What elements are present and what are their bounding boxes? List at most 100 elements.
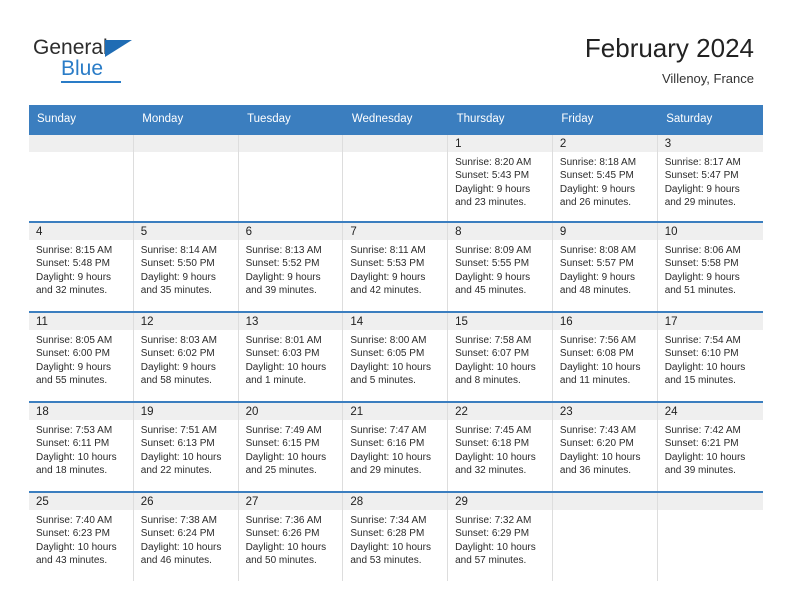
daylight-text-line1: Daylight: 10 hours bbox=[664, 361, 746, 373]
day-cell[interactable]: 15 Sunrise: 7:58 AM Sunset: 6:07 PM Dayligh… bbox=[448, 311, 553, 402]
daylight-text-line1: Daylight: 9 hours bbox=[36, 361, 112, 373]
week-row: 1 Sunrise: 8:20 AM Sunset: 5:43 PM Daylight… bbox=[29, 133, 763, 222]
day-details: Sunrise: 7:42 AM Sunset: 6:21 PM Daylight:… bbox=[658, 420, 763, 478]
sunset-text: Sunset: 6:18 PM bbox=[455, 438, 530, 450]
sunset-text: Sunset: 6:21 PM bbox=[664, 438, 739, 450]
day-cell[interactable]: 3 Sunrise: 8:17 AM Sunset: 5:47 PM Daylight… bbox=[657, 133, 763, 222]
day-details: Sunrise: 7:36 AM Sunset: 6:26 PM Daylight:… bbox=[239, 510, 343, 568]
day-details: Sunrise: 8:06 AM Sunset: 5:58 PM Daylight:… bbox=[658, 240, 763, 298]
sunrise-text: Sunrise: 7:36 AM bbox=[245, 515, 322, 526]
day-number bbox=[238, 135, 343, 152]
day-cell[interactable]: 12 Sunrise: 8:03 AM Sunset: 6:02 PM Dayligh… bbox=[133, 311, 239, 402]
sunrise-text: Sunrise: 8:09 AM bbox=[455, 245, 532, 256]
day-cell[interactable]: 22 Sunrise: 7:45 AM Sunset: 6:18 PM Dayligh… bbox=[448, 401, 553, 492]
day-cell[interactable]: 14 Sunrise: 8:00 AM Sunset: 6:05 PM Dayligh… bbox=[343, 311, 449, 402]
day-cell[interactable]: 17 Sunrise: 7:54 AM Sunset: 6:10 PM Dayligh… bbox=[657, 311, 763, 402]
day-cell[interactable] bbox=[133, 133, 239, 222]
week-row: 18 Sunrise: 7:53 AM Sunset: 6:11 PM Dayligh… bbox=[29, 401, 763, 492]
day-details: Sunrise: 7:51 AM Sunset: 6:13 PM Daylight:… bbox=[134, 420, 238, 478]
day-cell[interactable]: 2 Sunrise: 8:18 AM Sunset: 5:45 PM Daylight… bbox=[552, 133, 658, 222]
day-number: 11 bbox=[29, 313, 133, 330]
daylight-text-line1: Daylight: 10 hours bbox=[245, 541, 327, 553]
page-title: February 2024 bbox=[584, 33, 754, 63]
sunrise-text: Sunrise: 8:11 AM bbox=[350, 245, 426, 256]
sunset-text: Sunset: 6:10 PM bbox=[664, 348, 739, 360]
day-details: Sunrise: 7:40 AM Sunset: 6:23 PM Daylight:… bbox=[29, 510, 133, 568]
sunrise-text: Sunrise: 7:53 AM bbox=[36, 425, 113, 436]
day-details: Sunrise: 7:54 AM Sunset: 6:10 PM Daylight:… bbox=[658, 330, 763, 388]
day-cell[interactable]: 9 Sunrise: 8:08 AM Sunset: 5:57 PM Daylight… bbox=[552, 221, 658, 312]
day-cell[interactable]: 20 Sunrise: 7:49 AM Sunset: 6:15 PM Dayligh… bbox=[238, 401, 344, 492]
day-cell[interactable] bbox=[29, 133, 134, 222]
daylight-text-line2: and 29 minutes. bbox=[664, 197, 736, 209]
day-cell[interactable] bbox=[238, 133, 344, 222]
daylight-text-line2: and 55 minutes. bbox=[36, 375, 108, 387]
daylight-text-line1: Daylight: 10 hours bbox=[36, 451, 117, 463]
day-cell[interactable]: 26 Sunrise: 7:38 AM Sunset: 6:24 PM Dayligh… bbox=[133, 491, 239, 581]
daylight-text-line1: Daylight: 9 hours bbox=[350, 271, 426, 283]
day-details: Sunrise: 7:34 AM Sunset: 6:28 PM Daylight:… bbox=[343, 510, 447, 568]
day-details: Sunrise: 7:45 AM Sunset: 6:18 PM Daylight:… bbox=[448, 420, 552, 478]
weekday-header-wednesday: Wednesday bbox=[343, 105, 449, 134]
weekday-header-tuesday: Tuesday bbox=[238, 105, 344, 134]
daylight-text-line1: Daylight: 9 hours bbox=[559, 271, 635, 283]
calendar-page: General Blue February 2024 Villenoy, Fra… bbox=[0, 0, 792, 612]
sunset-text: Sunset: 6:03 PM bbox=[245, 348, 320, 360]
sunset-text: Sunset: 6:20 PM bbox=[559, 438, 634, 450]
day-cell[interactable] bbox=[343, 133, 449, 222]
day-cell[interactable]: 8 Sunrise: 8:09 AM Sunset: 5:55 PM Daylight… bbox=[448, 221, 553, 312]
daylight-text-line1: Daylight: 10 hours bbox=[36, 541, 117, 553]
daylight-text-line2: and 53 minutes. bbox=[350, 555, 422, 567]
day-cell[interactable] bbox=[552, 491, 658, 581]
sunset-text: Sunset: 5:50 PM bbox=[140, 258, 215, 270]
day-number: 3 bbox=[657, 135, 763, 152]
weekday-header-sunday: Sunday bbox=[29, 105, 135, 134]
day-details: Sunrise: 8:11 AM Sunset: 5:53 PM Daylight:… bbox=[343, 240, 447, 298]
day-number: 4 bbox=[29, 223, 133, 240]
day-details: Sunrise: 7:56 AM Sunset: 6:08 PM Daylight:… bbox=[553, 330, 657, 388]
day-cell[interactable]: 1 Sunrise: 8:20 AM Sunset: 5:43 PM Daylight… bbox=[448, 133, 553, 222]
sunrise-text: Sunrise: 8:03 AM bbox=[140, 335, 217, 346]
day-cell[interactable]: 18 Sunrise: 7:53 AM Sunset: 6:11 PM Dayligh… bbox=[29, 401, 134, 492]
sunrise-text: Sunrise: 8:20 AM bbox=[455, 157, 532, 168]
day-details: Sunrise: 8:09 AM Sunset: 5:55 PM Daylight:… bbox=[448, 240, 552, 298]
title-block: February 2024 Villenoy, France bbox=[585, 32, 754, 88]
daylight-text-line2: and 57 minutes. bbox=[455, 555, 527, 567]
sunset-text: Sunset: 6:07 PM bbox=[455, 348, 530, 360]
day-cell[interactable]: 5 Sunrise: 8:14 AM Sunset: 5:50 PM Daylight… bbox=[133, 221, 239, 312]
daylight-text-line2: and 51 minutes. bbox=[664, 285, 736, 297]
day-cell[interactable]: 11 Sunrise: 8:05 AM Sunset: 6:00 PM Dayligh… bbox=[29, 311, 134, 402]
day-cell[interactable]: 27 Sunrise: 7:36 AM Sunset: 6:26 PM Dayligh… bbox=[238, 491, 344, 581]
day-cell[interactable]: 23 Sunrise: 7:43 AM Sunset: 6:20 PM Dayligh… bbox=[552, 401, 658, 492]
day-cell[interactable]: 4 Sunrise: 8:15 AM Sunset: 5:48 PM Daylight… bbox=[29, 221, 134, 312]
daylight-text-line1: Daylight: 10 hours bbox=[455, 451, 536, 463]
day-cell[interactable]: 13 Sunrise: 8:01 AM Sunset: 6:03 PM Dayligh… bbox=[238, 311, 344, 402]
day-number bbox=[343, 135, 448, 152]
daylight-text-line2: and 36 minutes. bbox=[559, 465, 632, 477]
day-number bbox=[133, 135, 238, 152]
day-cell[interactable]: 24 Sunrise: 7:42 AM Sunset: 6:21 PM Dayligh… bbox=[657, 401, 763, 492]
day-cell[interactable]: 19 Sunrise: 7:51 AM Sunset: 6:13 PM Dayligh… bbox=[133, 401, 239, 492]
day-number: 24 bbox=[657, 403, 763, 420]
day-details bbox=[239, 152, 343, 156]
day-cell[interactable]: 28 Sunrise: 7:34 AM Sunset: 6:28 PM Dayligh… bbox=[343, 491, 449, 581]
daylight-text-line2: and 18 minutes. bbox=[36, 465, 108, 477]
daylight-text-line1: Daylight: 9 hours bbox=[455, 271, 531, 283]
day-cell[interactable]: 7 Sunrise: 8:11 AM Sunset: 5:53 PM Daylight… bbox=[343, 221, 449, 312]
sunrise-text: Sunrise: 8:01 AM bbox=[245, 335, 322, 346]
day-cell[interactable]: 16 Sunrise: 7:56 AM Sunset: 6:08 PM Dayligh… bbox=[552, 311, 658, 402]
sunrise-text: Sunrise: 7:40 AM bbox=[36, 515, 113, 526]
day-cell[interactable] bbox=[657, 491, 763, 581]
day-cell[interactable]: 10 Sunrise: 8:06 AM Sunset: 5:58 PM Dayligh… bbox=[657, 221, 763, 312]
day-cell[interactable]: 21 Sunrise: 7:47 AM Sunset: 6:16 PM Dayligh… bbox=[343, 401, 449, 492]
day-number: 29 bbox=[448, 493, 552, 510]
daylight-text-line2: and 43 minutes. bbox=[36, 555, 108, 567]
daylight-text-line1: Daylight: 10 hours bbox=[245, 451, 327, 463]
day-cell[interactable]: 6 Sunrise: 8:13 AM Sunset: 5:52 PM Daylight… bbox=[238, 221, 344, 312]
day-number: 18 bbox=[29, 403, 133, 420]
day-cell[interactable]: 29 Sunrise: 7:32 AM Sunset: 6:29 PM Dayligh… bbox=[448, 491, 553, 581]
day-cell[interactable]: 25 Sunrise: 7:40 AM Sunset: 6:23 PM Dayligh… bbox=[29, 491, 134, 581]
sunrise-text: Sunrise: 8:13 AM bbox=[245, 245, 322, 256]
sunset-text: Sunset: 5:45 PM bbox=[559, 170, 634, 182]
daylight-text-line1: Daylight: 10 hours bbox=[350, 541, 431, 553]
